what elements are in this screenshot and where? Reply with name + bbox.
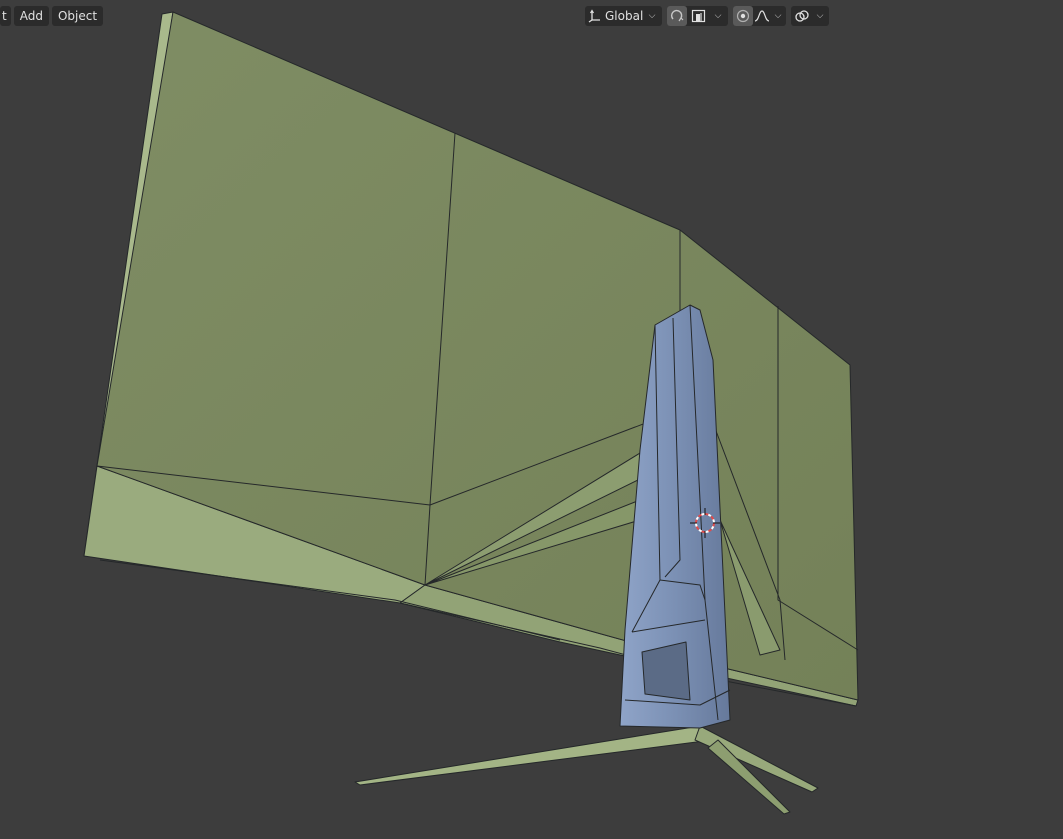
snap-target-icon[interactable]: [687, 6, 711, 26]
menu-object[interactable]: Object: [51, 6, 104, 26]
transform-orientation-dropdown[interactable]: Global ⌵: [585, 6, 662, 26]
proportional-edit-group: ⌵: [733, 6, 786, 26]
transform-orientation-label: Global: [605, 9, 644, 23]
3d-viewport[interactable]: [0, 0, 1063, 839]
snap-group: ⌵: [667, 6, 728, 26]
menu-add[interactable]: Add: [13, 6, 49, 26]
menu-edit[interactable]: t: [0, 6, 11, 26]
overlay-group: ⌵: [791, 6, 829, 26]
overlay-chevron-icon[interactable]: ⌵: [813, 11, 827, 21]
snap-icon[interactable]: [667, 6, 687, 26]
stand-leg-left: [354, 725, 713, 786]
header-menu: t Add Object: [0, 5, 106, 27]
falloff-curve-icon[interactable]: [753, 6, 771, 26]
overlay-link-icon[interactable]: [791, 6, 813, 26]
monitor-mesh[interactable]: [83, 11, 859, 707]
falloff-chevron-icon[interactable]: ⌵: [771, 11, 785, 21]
chevron-down-icon: ⌵: [648, 11, 656, 21]
transform-orientation-icon: [585, 6, 605, 26]
proportional-edit-icon[interactable]: [733, 6, 753, 26]
snap-chevron-icon[interactable]: ⌵: [711, 11, 725, 21]
stand-base[interactable]: [354, 725, 819, 815]
stand-cutout: [641, 641, 691, 701]
